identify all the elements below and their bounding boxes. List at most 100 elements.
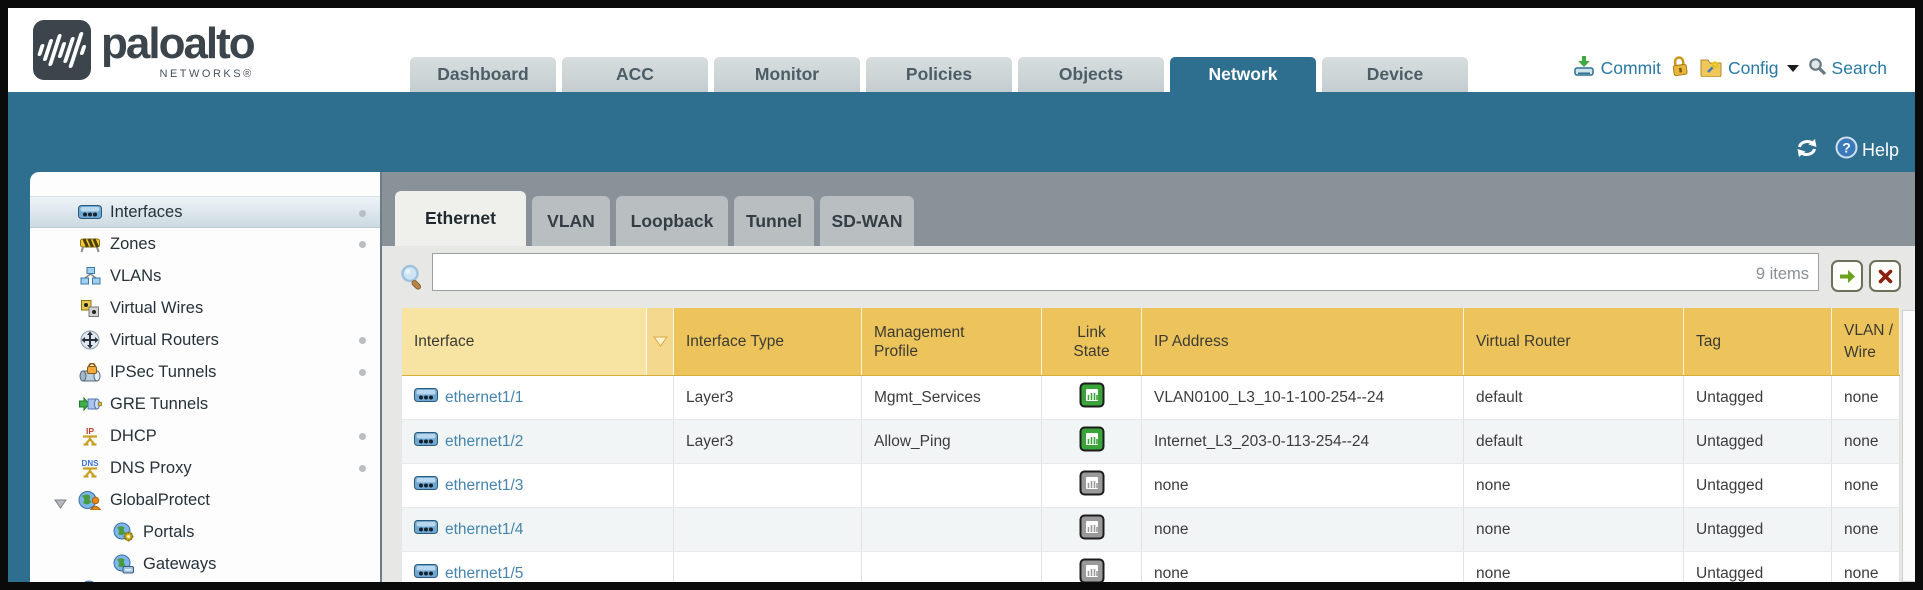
cell-virtual-router: none — [1464, 508, 1684, 551]
svg-text:IP: IP — [86, 426, 94, 436]
sidebar-item-gre-tunnels[interactable]: GRE Tunnels — [30, 388, 380, 420]
cell-management-profile — [862, 464, 1042, 507]
help-button[interactable]: ? Help — [1835, 136, 1899, 164]
subtab-sdwan[interactable]: SD-WAN — [820, 196, 914, 246]
subtab-tunnel[interactable]: Tunnel — [734, 196, 814, 246]
cell-vlan-wire: none — [1832, 464, 1900, 507]
sidebar-item-label: VLANs — [110, 267, 161, 286]
interfaces-table: Interface Interface Type Management Prof… — [402, 308, 1900, 582]
sidebar-item-dns-proxy[interactable]: DNS DNS Proxy — [30, 452, 380, 484]
title-bar: ? Help — [8, 92, 1915, 172]
col-header-tag[interactable]: Tag — [1684, 308, 1832, 375]
tab-network[interactable]: Network — [1170, 57, 1316, 92]
cell-management-profile — [862, 552, 1042, 582]
link-down-icon — [1079, 558, 1105, 582]
search-label: Search — [1832, 58, 1887, 79]
sidebar-item-dhcp[interactable]: IP DHCP — [30, 420, 380, 452]
expander-down-icon[interactable] — [54, 495, 67, 514]
sort-menu-button[interactable] — [647, 308, 674, 375]
interface-link[interactable]: ethernet1/2 — [445, 433, 523, 451]
cell-tag: Untagged — [1684, 420, 1832, 463]
cell-vlan-wire: none — [1832, 376, 1900, 419]
link-up-icon — [1079, 426, 1105, 457]
clear-filter-button[interactable] — [1869, 260, 1901, 292]
cell-ip-address: none — [1142, 508, 1464, 551]
gateways-icon — [110, 554, 136, 574]
sidebar-item-interfaces[interactable]: Interfaces — [30, 196, 380, 228]
tab-dashboard[interactable]: Dashboard — [410, 57, 556, 92]
cell-management-profile: Mgmt_Services — [862, 376, 1042, 419]
sidebar-item-partial[interactable] — [30, 580, 380, 582]
cell-virtual-router: default — [1464, 420, 1684, 463]
cell-management-profile — [862, 508, 1042, 551]
sidebar-item-label: IPSec Tunnels — [110, 363, 216, 382]
tab-policies[interactable]: Policies — [866, 57, 1012, 92]
cell-link-state — [1042, 552, 1142, 582]
logo-text: paloalto — [101, 20, 254, 68]
tab-objects[interactable]: Objects — [1018, 57, 1164, 92]
col-header-management-profile[interactable]: Management Profile — [862, 308, 1042, 375]
search-button[interactable]: Search — [1808, 57, 1887, 81]
sidebar-item-zones[interactable]: Zones — [30, 228, 380, 260]
interface-link[interactable]: ethernet1/3 — [445, 477, 523, 495]
col-header-vlan-wire[interactable]: VLAN / Wire — [1832, 308, 1900, 375]
commit-icon — [1572, 55, 1596, 82]
interface-icon — [414, 432, 438, 451]
col-header-ip-address[interactable]: IP Address — [1142, 308, 1464, 375]
screenshot-frame: paloalto NETWORKS® Dashboard ACC Monitor… — [0, 0, 1923, 590]
subtab-ethernet[interactable]: Ethernet — [395, 191, 526, 246]
config-menu-button[interactable]: Config — [1699, 56, 1799, 82]
interface-link[interactable]: ethernet1/4 — [445, 521, 523, 539]
app-header: paloalto NETWORKS® Dashboard ACC Monitor… — [8, 8, 1915, 92]
link-down-icon — [1079, 514, 1105, 545]
table-scrollbar[interactable] — [1902, 310, 1915, 582]
filter-input[interactable] — [432, 253, 1819, 291]
sidebar-item-virtual-wires[interactable]: Virtual Wires — [30, 292, 380, 324]
cell-interface-type: Layer3 — [674, 420, 862, 463]
sidebar-item-portals[interactable]: Portals — [30, 516, 380, 548]
globe-icon — [77, 580, 103, 582]
col-header-interface[interactable]: Interface — [402, 308, 647, 375]
refresh-icon[interactable] — [1795, 138, 1819, 163]
filter-toolbar: 9 items — [382, 246, 1915, 308]
cell-interface: ethernet1/2 — [402, 420, 674, 463]
sidebar-item-label: DHCP — [110, 427, 157, 446]
sidebar-item-vlans[interactable]: VLANs — [30, 260, 380, 292]
vlans-icon — [77, 267, 103, 285]
col-header-virtual-router[interactable]: Virtual Router — [1464, 308, 1684, 375]
interface-icon — [414, 476, 438, 495]
tab-device[interactable]: Device — [1322, 57, 1468, 92]
tab-monitor[interactable]: Monitor — [714, 57, 860, 92]
cell-interface-type — [674, 552, 862, 582]
subtab-loopback[interactable]: Loopback — [616, 196, 728, 246]
globalprotect-icon — [77, 490, 103, 510]
sidebar-item-ipsec-tunnels[interactable]: IPSec Tunnels — [30, 356, 380, 388]
interface-subtabs: Ethernet VLAN Loopback Tunnel SD-WAN — [382, 172, 1915, 246]
col-header-interface-type[interactable]: Interface Type — [674, 308, 862, 375]
sidebar-item-virtual-routers[interactable]: Virtual Routers — [30, 324, 380, 356]
interface-link[interactable]: ethernet1/1 — [445, 389, 523, 407]
tab-acc[interactable]: ACC — [562, 57, 708, 92]
subtab-vlan[interactable]: VLAN — [532, 196, 610, 246]
commit-button[interactable]: Commit — [1572, 55, 1661, 82]
cell-vlan-wire: none — [1832, 552, 1900, 582]
logo-wordmark: paloalto NETWORKS® — [101, 20, 254, 80]
sidebar-item-gateways[interactable]: Gateways — [30, 548, 380, 580]
lock-icon[interactable] — [1668, 54, 1692, 84]
lower-area: Interfaces Zones VLANs Virtual Wires Vir… — [8, 172, 1915, 582]
ipsec-tunnels-icon — [77, 363, 103, 382]
table-header: Interface Interface Type Management Prof… — [402, 308, 1900, 376]
sidebar-item-label: GRE Tunnels — [110, 395, 208, 414]
network-sidebar: Interfaces Zones VLANs Virtual Wires Vir… — [30, 172, 380, 582]
sidebar-item-globalprotect[interactable]: GlobalProtect — [30, 484, 380, 516]
cell-ip-address: Internet_L3_203-0-113-254--24 — [1142, 420, 1464, 463]
dns-proxy-icon: DNS — [77, 458, 103, 479]
chevron-down-icon — [1787, 65, 1799, 72]
interfaces-content: Ethernet VLAN Loopback Tunnel SD-WAN 9 i… — [380, 172, 1915, 582]
apply-filter-button[interactable] — [1831, 260, 1863, 292]
interface-icon — [414, 388, 438, 407]
cell-tag: Untagged — [1684, 376, 1832, 419]
cell-ip-address: none — [1142, 464, 1464, 507]
col-header-link-state[interactable]: Link State — [1042, 308, 1142, 375]
interface-link[interactable]: ethernet1/5 — [445, 565, 523, 583]
